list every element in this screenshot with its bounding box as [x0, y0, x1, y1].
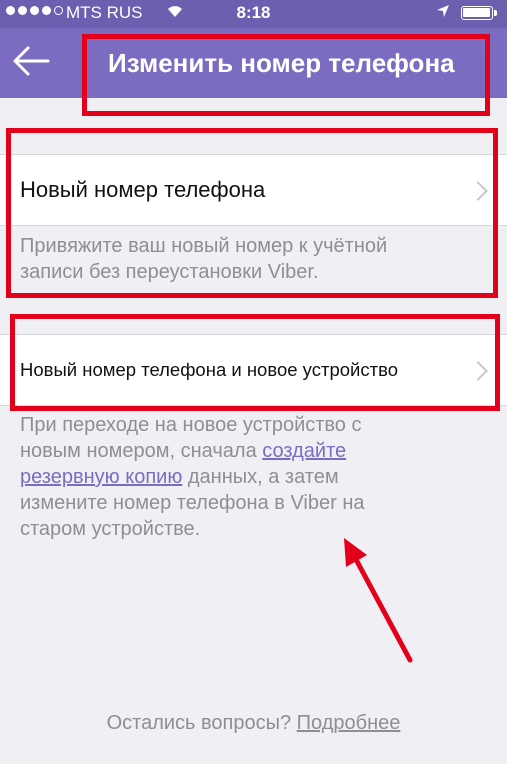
new-number-option[interactable]: Новый номер телефона [0, 154, 507, 226]
new-device-description: При переходе на новое устройство с новым… [20, 414, 365, 540]
location-arrow-icon [435, 3, 451, 23]
navigation-bar: Изменить номер телефона [0, 28, 507, 98]
status-time: 8:18 [236, 3, 271, 22]
status-bar: MTS RUS 8:18 [0, 0, 507, 28]
battery-icon [461, 6, 493, 20]
create-backup-link[interactable]: резервную копию [20, 466, 182, 488]
new-number-and-device-label: Новый номер телефона и новое устройство [20, 359, 398, 380]
create-backup-link[interactable]: создайте [262, 440, 346, 462]
back-arrow-icon [13, 46, 50, 76]
help-footer: Остались вопросы? Подробнее [106, 712, 401, 734]
new-number-and-device-option[interactable]: Новый номер телефона и новое устройство [0, 334, 507, 406]
more-info-link[interactable]: Подробнее [297, 712, 401, 734]
chevron-right-icon [468, 181, 488, 201]
back-button[interactable] [8, 38, 54, 84]
battery-tip [494, 10, 497, 16]
page-title: Изменить номер телефона [108, 48, 455, 78]
new-number-description: Привяжите ваш новый номер к учётной запи… [20, 235, 388, 283]
new-number-label: Новый номер телефона [20, 177, 266, 202]
chevron-right-icon [468, 361, 488, 381]
annotation-arrow [344, 538, 413, 663]
